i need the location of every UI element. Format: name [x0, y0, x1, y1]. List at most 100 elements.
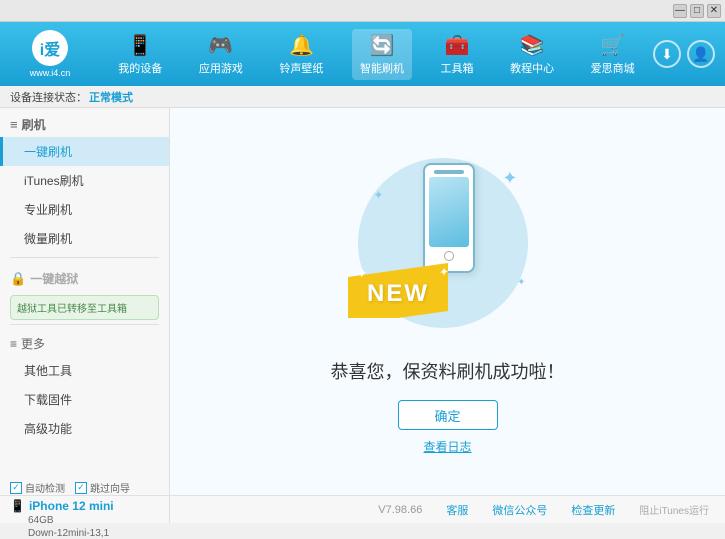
micro-flash-label: 微量刷机	[24, 232, 72, 246]
phone-home-btn	[444, 251, 454, 261]
logo-icon: i爱	[32, 30, 68, 66]
download-button[interactable]: ⬇	[653, 40, 681, 68]
ribbon-star-right: ✦	[439, 264, 449, 279]
nav-mall-label: 爱思商城	[591, 60, 635, 76]
bottom-right-panel: V7.98.66 客服 微信公众号 检查更新 阻止iTunes运行	[170, 496, 725, 523]
bottom-left-panel: ✓ 自动检测 ✓ 跳过向导 📱 iPhone 12 mini 64GB Down…	[0, 496, 170, 523]
phone-speaker	[434, 170, 464, 174]
logo-area[interactable]: i爱 www.i4.cn	[0, 22, 100, 86]
other-tools-label: 其他工具	[24, 364, 72, 378]
sparkle-2: ✦	[374, 188, 384, 202]
wechat-official-link[interactable]: 微信公众号	[492, 502, 547, 518]
success-text: 恭喜您，保资料刷机成功啦！	[331, 358, 565, 384]
auto-detect-check-icon: ✓	[10, 482, 22, 494]
version-text: V7.98.66	[378, 504, 422, 516]
sidebar-section-more: ≡ 更多	[0, 329, 169, 356]
sidebar-item-advanced[interactable]: 高级功能	[0, 414, 169, 443]
sidebar-item-itunes-flash[interactable]: iTunes刷机	[0, 166, 169, 195]
device-name-text: iPhone 12 mini	[29, 499, 114, 513]
sidebar-item-download-firmware[interactable]: 下载固件	[0, 385, 169, 414]
jailbreak-section-label: 一键越狱	[30, 270, 78, 287]
sidebar-section-flash-label: 刷机	[22, 116, 46, 133]
logo-url: www.i4.cn	[30, 68, 71, 78]
flash-section-icon: ≡	[10, 117, 18, 132]
stop-itunes-link[interactable]: 阻止iTunes运行	[639, 502, 709, 517]
nav-mall[interactable]: 🛒 爱思商城	[583, 29, 643, 80]
maximize-button[interactable]: □	[690, 4, 704, 18]
smart-flash-icon: 🔄	[370, 33, 395, 58]
connection-status-bar: 设备连接状态： 正常模式	[0, 86, 725, 108]
title-bar: — □ ✕	[0, 0, 725, 22]
sidebar-section-flash: ≡ 刷机	[0, 108, 169, 137]
apps-games-icon: 🎮	[208, 33, 233, 58]
ringtones-icon: 🔔	[289, 33, 314, 58]
device-name-row: 📱 iPhone 12 mini	[10, 499, 159, 513]
check-update-link[interactable]: 检查更新	[571, 502, 615, 518]
view-log-link[interactable]: 查看日志	[423, 438, 471, 455]
device-storage: 64GB	[10, 515, 159, 526]
user-button[interactable]: 👤	[687, 40, 715, 68]
nav-my-device[interactable]: 📱 我的设备	[110, 29, 170, 80]
pass-wizard-checkbox[interactable]: ✓ 跳过向导	[75, 480, 130, 495]
pro-flash-label: 专业刷机	[24, 203, 72, 217]
tutorial-icon: 📚	[520, 33, 545, 58]
nav-my-device-label: 我的设备	[118, 60, 162, 76]
lock-icon: 🔒	[10, 271, 26, 287]
device-info-panel: 📱 iPhone 12 mini 64GB Down-12mini-13,1	[10, 499, 159, 539]
device-firmware: Down-12mini-13,1	[10, 528, 159, 539]
customer-service-link[interactable]: 客服	[446, 502, 468, 518]
sidebar-divider-2	[10, 324, 159, 325]
ribbon-new-text: NEW	[367, 280, 429, 308]
itunes-flash-label: iTunes刷机	[24, 174, 84, 188]
download-firmware-label: 下载固件	[24, 393, 72, 407]
sparkle-3: ✦	[517, 277, 525, 288]
auto-detect-checkbox[interactable]: ✓ 自动检测	[10, 480, 65, 495]
content-area: ✦ ✦ ✦ NEW ✦ ✦ 恭喜您，保资料刷机成功啦！ 确定 查看日志	[170, 108, 725, 495]
pass-wizard-check-icon: ✓	[75, 482, 87, 494]
nav-toolbox[interactable]: 🧰 工具箱	[433, 29, 482, 80]
pass-wizard-label: 跳过向导	[90, 480, 130, 495]
sidebar-divider-1	[10, 257, 159, 258]
connection-status: 正常模式	[89, 89, 133, 105]
nav-right-buttons: ⬇ 👤	[653, 40, 725, 68]
nav-apps-games[interactable]: 🎮 应用游戏	[191, 29, 251, 80]
sidebar-item-micro-flash[interactable]: 微量刷机	[0, 224, 169, 253]
nav-smart-flash-label: 智能刷机	[360, 60, 404, 76]
sidebar-item-other-tools[interactable]: 其他工具	[0, 356, 169, 385]
checkbox-bar: ✓ 自动检测 ✓ 跳过向导	[10, 480, 159, 495]
sidebar-section-jailbreak: 🔒 一键越狱	[0, 262, 169, 291]
advanced-label: 高级功能	[24, 422, 72, 436]
sidebar-item-one-key-flash[interactable]: 一键刷机	[0, 137, 169, 166]
minimize-button[interactable]: —	[673, 4, 687, 18]
close-button[interactable]: ✕	[707, 4, 721, 18]
nav-ringtones-label: 铃声壁纸	[279, 60, 323, 76]
phone-illustration: ✦ ✦ ✦ NEW ✦ ✦	[358, 148, 538, 348]
jailbreak-warn-box: 越狱工具已转移至工具箱	[10, 295, 159, 320]
top-nav: i爱 www.i4.cn 📱 我的设备 🎮 应用游戏 🔔 铃声壁纸 🔄 智能刷机…	[0, 22, 725, 86]
main-layout: ≡ 刷机 一键刷机 iTunes刷机 专业刷机 微量刷机 🔒 一键越狱 越狱工具…	[0, 108, 725, 495]
my-device-icon: 📱	[128, 33, 153, 58]
more-section-icon: ≡	[10, 337, 17, 351]
jailbreak-warn-text: 越狱工具已转移至工具箱	[17, 304, 127, 315]
sidebar-item-pro-flash[interactable]: 专业刷机	[0, 195, 169, 224]
nav-apps-games-label: 应用游戏	[199, 60, 243, 76]
bottom-area: ✓ 自动检测 ✓ 跳过向导 📱 iPhone 12 mini 64GB Down…	[0, 495, 725, 523]
nav-toolbox-label: 工具箱	[441, 60, 474, 76]
phone-screen	[429, 177, 469, 247]
one-key-flash-label: 一键刷机	[24, 145, 72, 159]
more-section-label: 更多	[21, 335, 45, 352]
ribbon-star-left: ✦	[356, 264, 368, 283]
nav-tutorial[interactable]: 📚 教程中心	[502, 29, 562, 80]
auto-detect-label: 自动检测	[25, 480, 65, 495]
phone-body	[423, 163, 475, 273]
confirm-button[interactable]: 确定	[398, 400, 498, 430]
nav-ringtones[interactable]: 🔔 铃声壁纸	[271, 29, 331, 80]
nav-smart-flash[interactable]: 🔄 智能刷机	[352, 29, 412, 80]
nav-tutorial-label: 教程中心	[510, 60, 554, 76]
sparkle-1: ✦	[502, 168, 517, 189]
mall-icon: 🛒	[600, 33, 625, 58]
nav-items: 📱 我的设备 🎮 应用游戏 🔔 铃声壁纸 🔄 智能刷机 🧰 工具箱 📚 教程中心…	[100, 29, 653, 80]
connection-label: 设备连接状态：	[10, 89, 87, 105]
new-ribbon-container: NEW ✦ ✦	[348, 263, 458, 318]
device-icon: 📱	[10, 499, 25, 513]
